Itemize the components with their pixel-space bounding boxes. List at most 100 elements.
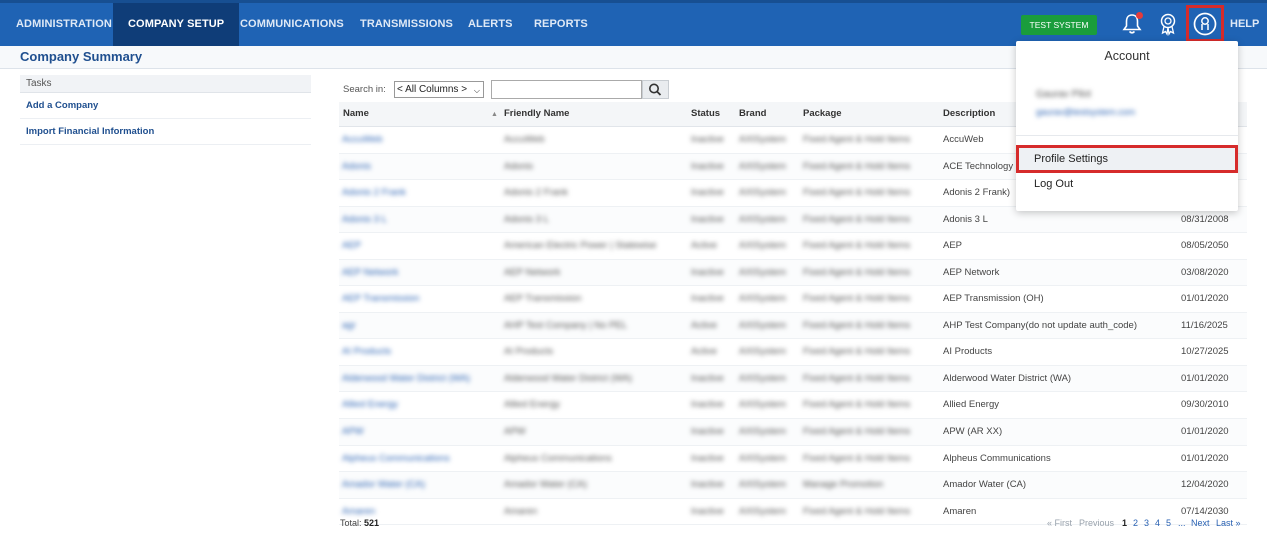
package-cell: Fixed Agent & Hold Items <box>803 399 911 411</box>
award-ribbon-icon[interactable] <box>1155 11 1181 37</box>
total-value: 521 <box>364 518 380 528</box>
friendly-name-cell: Alderwood Water District (WA) <box>504 372 633 384</box>
company-name-link[interactable]: APW <box>342 419 492 444</box>
nav-alerts[interactable]: ALERTS <box>468 3 513 46</box>
col-header-status[interactable]: Status <box>691 102 720 126</box>
dropdown-divider <box>1016 135 1238 136</box>
nav-administration[interactable]: ADMINISTRATION <box>0 3 128 46</box>
table-row[interactable]: AEP American Electric Power | Statewise Ac… <box>339 233 1247 260</box>
account-dropdown: Account Gaurav Pilot gaurav@testsystem.c… <box>1016 41 1238 211</box>
col-header-brand[interactable]: Brand <box>739 102 766 126</box>
pager-page-4[interactable]: 4 <box>1155 518 1160 528</box>
company-name-link[interactable]: Alderwood Water District (WA) <box>342 366 492 391</box>
pager-page-3[interactable]: 3 <box>1144 518 1149 528</box>
table-row[interactable]: Alderwood Water District (WA) Alderwood W… <box>339 365 1247 393</box>
brand-cell: AXISystem <box>739 240 786 252</box>
brand-cell: AXISystem <box>739 505 786 517</box>
company-name-link[interactable]: AEP Network <box>342 260 492 285</box>
status-cell: Inactive <box>691 426 724 438</box>
company-name-link[interactable]: Alpheus Communications <box>342 446 492 471</box>
company-name-link[interactable]: Amador Water (CA) <box>342 472 492 497</box>
package-cell: Fixed Agent & Hold Items <box>803 293 911 305</box>
table-row[interactable]: AEP Network AEP Network Inactive AXISystem F… <box>339 259 1247 287</box>
company-name-link[interactable]: Adonis 2 Frank <box>342 180 492 205</box>
nav-communications[interactable]: COMMUNICATIONS <box>240 3 344 46</box>
date-cell: 01/01/2020 <box>1181 452 1229 464</box>
import-financial-information-link[interactable]: Import Financial Information <box>20 119 311 145</box>
pager-page-5[interactable]: 5 <box>1166 518 1171 528</box>
table-row[interactable]: Allied Energy Allied Energy Inactive AXISys… <box>339 392 1247 420</box>
nav-company-setup[interactable]: COMPANY SETUP <box>113 3 240 46</box>
friendly-name-cell: Adonis 3 L <box>504 213 549 225</box>
table-row[interactable]: agr AHP Test Company | No PEL Active AXISys… <box>339 312 1247 340</box>
log-out-item[interactable]: Log Out <box>1034 178 1073 190</box>
add-company-link[interactable]: Add a Company <box>20 93 311 119</box>
table-row[interactable]: Amador Water (CA) Amador Water (CA) Inacti… <box>339 472 1247 499</box>
brand-cell: AXISystem <box>739 426 786 438</box>
table-row[interactable]: AEP Transmission AEP Transmission Inactive… <box>339 286 1247 313</box>
table-row[interactable]: APW APW Inactive AXISystem Fixed Agent & Hol… <box>339 419 1247 446</box>
pager-page-1[interactable]: 1 <box>1122 518 1127 528</box>
col-header-friendly-name[interactable]: Friendly Name <box>504 102 569 126</box>
package-cell: Fixed Agent & Hold Items <box>803 134 911 145</box>
package-cell: Fixed Agent & Hold Items <box>803 372 911 384</box>
package-cell: Fixed Agent & Hold Items <box>803 452 911 464</box>
description-cell: AEP <box>943 240 963 252</box>
friendly-name-cell: Allied Energy <box>504 399 560 411</box>
date-cell: 10/27/2025 <box>1181 346 1229 358</box>
description-cell: APW (AR XX) <box>943 426 1003 438</box>
brand-cell: AXISystem <box>739 160 786 172</box>
col-header-name[interactable]: Name <box>343 102 369 126</box>
company-name-link[interactable]: Adonis <box>342 154 492 179</box>
help-link[interactable]: HELP <box>1230 3 1259 46</box>
brand-cell: AXISystem <box>739 266 786 278</box>
profile-settings-item[interactable]: Profile Settings <box>1034 153 1108 165</box>
notification-badge <box>1136 12 1143 19</box>
search-input[interactable] <box>491 80 642 99</box>
pager-previous[interactable]: Previous <box>1079 518 1114 528</box>
company-name-link[interactable]: Adonis 3 L <box>342 207 492 232</box>
status-cell: Inactive <box>691 293 724 305</box>
status-cell: Inactive <box>691 266 724 278</box>
search-column-select[interactable]: < All Columns > ⌵ <box>394 81 484 98</box>
package-cell: Fixed Agent & Hold Items <box>803 266 911 278</box>
status-cell: Active <box>691 240 717 252</box>
nav-reports[interactable]: REPORTS <box>534 3 588 46</box>
pager-next[interactable]: Next <box>1191 518 1210 528</box>
col-header-package[interactable]: Package <box>803 102 842 126</box>
table-row[interactable]: Alpheus Communications Alpheus Communicat… <box>339 445 1247 473</box>
test-system-badge: TEST SYSTEM <box>1021 15 1097 35</box>
col-header-description[interactable]: Description <box>943 102 995 126</box>
brand-cell: AXISystem <box>739 187 786 199</box>
company-name-link[interactable]: AI Products <box>342 339 492 364</box>
company-name-link[interactable]: AccuWeb <box>342 127 492 152</box>
account-user-email[interactable]: gaurav@testsystem.com <box>1036 107 1135 117</box>
search-button[interactable] <box>642 80 669 99</box>
date-cell: 12/04/2020 <box>1181 479 1229 491</box>
friendly-name-cell: Adonis 2 Frank <box>504 187 568 199</box>
brand-cell: AXISystem <box>739 479 786 491</box>
company-name-link[interactable]: AEP <box>342 233 492 258</box>
description-cell: AHP Test Company(do not update auth_code… <box>943 319 1137 331</box>
company-name-link[interactable]: Allied Energy <box>342 392 492 417</box>
nav-transmissions[interactable]: TRANSMISSIONS <box>360 3 453 46</box>
pager-page-2[interactable]: 2 <box>1133 518 1138 528</box>
notifications-bell-icon[interactable] <box>1119 11 1145 37</box>
date-cell: 11/16/2025 <box>1181 319 1228 331</box>
pager-last[interactable]: Last » <box>1216 518 1241 528</box>
total-count: Total: 521 <box>340 518 379 528</box>
pager-first[interactable]: « First <box>1047 518 1072 528</box>
account-user-name: Gaurav Pilot <box>1036 89 1092 100</box>
brand-cell: AXISystem <box>739 399 786 411</box>
search-icon <box>649 83 662 96</box>
sort-icon[interactable]: ▲ <box>491 111 498 118</box>
package-cell: Fixed Agent & Hold Items <box>803 319 911 331</box>
table-row[interactable]: AI Products AI Products Active AXISystem Fix… <box>339 339 1247 366</box>
company-name-link[interactable]: AEP Transmission <box>342 286 492 311</box>
company-name-link[interactable]: agr <box>342 313 492 338</box>
brand-cell: AXISystem <box>739 213 786 225</box>
status-cell: Inactive <box>691 134 724 145</box>
description-cell: AEP Network <box>943 266 1000 278</box>
status-cell: Inactive <box>691 399 724 411</box>
brand-cell: AXISystem <box>739 293 786 305</box>
